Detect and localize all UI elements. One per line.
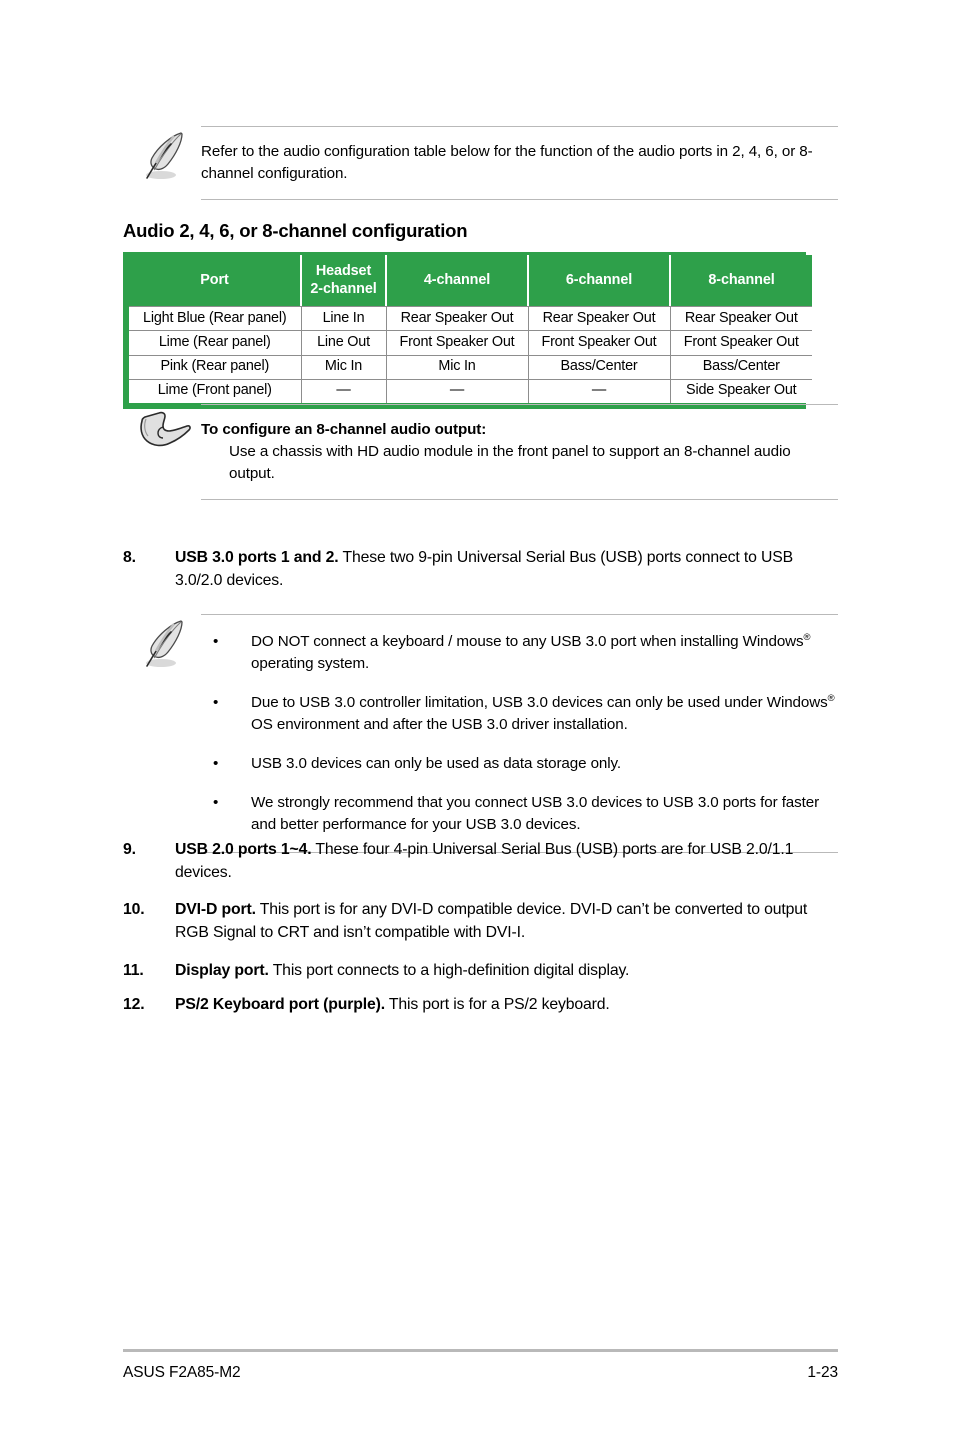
cell-6-channel: Bass/Center [527,354,671,380]
note-body: Refer to the audio configuration table b… [201,126,838,201]
item-number: 9. [123,841,136,858]
item-text: PS/2 Keyboard port (purple). This port i… [175,993,838,1016]
cell-6-channel: — [527,378,671,404]
table-row: Light Blue (Rear panel) Line In Rear Spe… [129,305,812,332]
item-text: USB 2.0 ports 1~4. These four 4-pin Univ… [175,838,838,885]
cell-6-channel: Front Speaker Out [527,330,671,356]
column-header-headset-2-channel: Headset 2-channel [300,255,387,306]
note-audio-table-reference: Refer to the audio configuration table b… [123,126,838,201]
list-item: • Due to USB 3.0 controller limitation, … [201,692,838,736]
registered-mark-icon: ® [803,631,811,643]
cell-8-channel: Front Speaker Out [669,330,812,356]
headset-label-line2: 2-channel [310,281,377,297]
bullet-text-part1: DO NOT connect a keyboard / mouse to any… [251,633,804,650]
bullet-icon: • [213,794,219,812]
column-header-8-channel: 8-channel [669,255,812,306]
bullet-icon: • [213,755,219,773]
cell-port: Pink (Rear panel) [129,354,302,380]
bullet-text-part1: We strongly recommend that you connect U… [251,794,820,834]
quill-pen-icon [123,126,201,182]
note-text: Refer to the audio configuration table b… [201,143,813,183]
bullet-text-part1: Due to USB 3.0 controller limitation, US… [251,694,828,712]
table-row: Lime (Rear panel) Line Out Front Speaker… [129,330,812,356]
column-header-6-channel: 6-channel [527,255,671,306]
list-item-11: 11. Display port. This port connects to … [123,959,838,982]
cell-port: Lime (Front panel) [129,378,302,404]
bullet-icon: • [213,694,219,712]
list-item: • DO NOT connect a keyboard / mouse to a… [201,631,838,675]
cell-port: Lime (Rear panel) [129,330,302,356]
item-number: 11. [123,962,144,979]
item-bold-lead: PS/2 Keyboard port (purple). [175,996,385,1013]
table-row: Pink (Rear panel) Mic In Mic In Bass/Cen… [129,354,812,380]
list-item-8: 8. USB 3.0 ports 1 and 2. These two 9-pi… [123,546,838,593]
item-bold-lead: DVI-D port. [175,901,256,918]
column-header-4-channel: 4-channel [385,255,529,306]
cell-8-channel: Rear Speaker Out [669,305,812,332]
cell-headset-2-channel: Mic In [300,354,387,380]
list-item: • USB 3.0 devices can only be used as da… [201,753,838,775]
item-text: USB 3.0 ports 1 and 2. These two 9-pin U… [175,546,838,593]
cell-8-channel: Bass/Center [669,354,812,380]
pointing-hand-icon [123,404,201,458]
bullet-text-part2: OS environment and after the USB 3.0 dri… [251,716,628,734]
cell-headset-2-channel: Line Out [300,330,387,356]
footer-divider [123,1349,838,1352]
cell-port: Light Blue (Rear panel) [129,305,302,332]
note-text: Use a chassis with HD audio module in th… [229,443,791,483]
cell-4-channel: Front Speaker Out [385,330,529,356]
note-body: • DO NOT connect a keyboard / mouse to a… [201,614,838,854]
cell-6-channel: Rear Speaker Out [527,305,671,332]
footer-product-name: ASUS F2A85-M2 [123,1364,241,1381]
item-number: 8. [123,549,136,566]
headset-label-line1: Headset [315,263,372,279]
item-rest: This port connects to a high-definition … [268,962,630,979]
bullet-text-part2: operating system. [251,655,370,673]
cell-4-channel: Mic In [385,354,529,380]
table-body-frame: Light Blue (Rear panel) Line In Rear Spe… [123,305,812,410]
cell-4-channel: Rear Speaker Out [385,305,529,332]
list-item-10: 10. DVI-D port. This port is for any DVI… [123,898,838,945]
list-item: • We strongly recommend that you connect… [201,792,838,836]
item-number: 12. [123,996,145,1013]
table-header-frame: Port Headset 2-channel 4-channel 6-chann… [123,252,812,306]
cell-headset-2-channel: Line In [300,305,387,332]
table-header-row: Port Headset 2-channel 4-channel 6-chann… [129,255,812,306]
item-number: 10. [123,901,145,918]
item-rest: This port is for any DVI-D compatible de… [175,901,808,942]
bullet-text-part1: USB 3.0 devices can only be used as data… [251,755,622,773]
cell-headset-2-channel: — [300,378,387,404]
list-item-12: 12. PS/2 Keyboard port (purple). This po… [123,993,838,1016]
footer-page-number: 1-23 [807,1364,838,1381]
registered-mark-icon: ® [827,693,835,704]
section-title: Audio 2, 4, 6, or 8-channel configuratio… [123,220,468,241]
cell-8-channel: Side Speaker Out [669,378,812,404]
item-text: Display port. This port connects to a hi… [175,959,838,982]
audio-table-header: Port Headset 2-channel 4-channel 6-chann… [129,255,812,306]
quill-pen-icon [123,614,201,670]
note-eight-channel-output: To configure an 8-channel audio output: … [123,404,838,501]
item-text: DVI-D port. This port is for any DVI-D c… [175,898,838,945]
note-heading: To configure an 8-channel audio output: [201,421,487,438]
note-body: To configure an 8-channel audio output: … [201,404,838,501]
list-item-9: 9. USB 2.0 ports 1~4. These four 4-pin U… [123,838,838,885]
table-row: Lime (Front panel) — — — Side Speaker Ou… [129,378,812,404]
audio-table-body: Light Blue (Rear panel) Line In Rear Spe… [129,305,812,404]
item-bold-lead: USB 2.0 ports 1~4. [175,841,312,858]
column-header-port: Port [129,255,302,306]
document-page: Refer to the audio configuration table b… [0,0,954,1438]
item-bold-lead: Display port. [175,962,269,979]
item-bold-lead: USB 3.0 ports 1 and 2. [175,549,339,566]
item-rest: This port is for a PS/2 keyboard. [384,996,610,1013]
note-usb3-warnings: • DO NOT connect a keyboard / mouse to a… [123,614,838,854]
audio-configuration-table: Port Headset 2-channel 4-channel 6-chann… [123,252,812,410]
cell-4-channel: — [385,378,529,404]
bullet-icon: • [213,633,219,650]
bullet-list: • DO NOT connect a keyboard / mouse to a… [201,631,838,836]
